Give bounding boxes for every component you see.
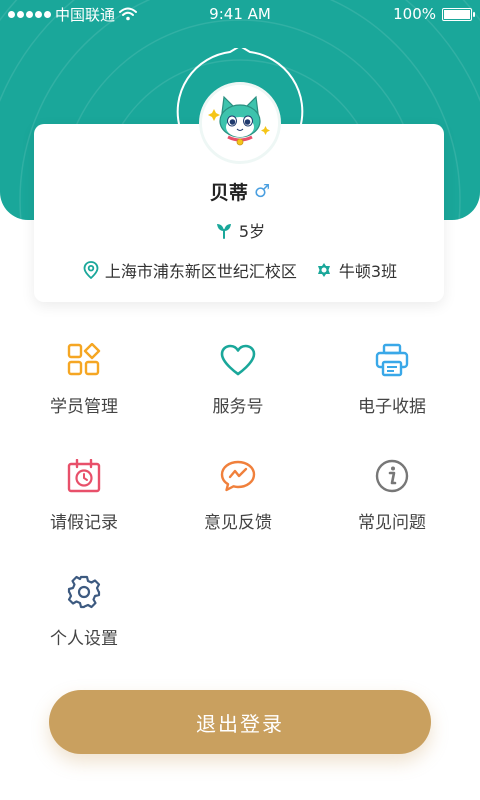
chat-feedback-icon <box>220 458 256 494</box>
campus-info: 上海市浦东新区世纪汇校区 <box>83 258 297 282</box>
menu-faq[interactable]: 常见问题 <box>312 458 472 558</box>
wifi-icon <box>119 7 138 21</box>
menu-personal-settings[interactable]: 个人设置 <box>4 574 164 674</box>
gender-male-icon: ♂ <box>253 181 271 202</box>
menu-leave-records[interactable]: 请假记录 <box>4 458 164 558</box>
avatar[interactable] <box>199 82 281 164</box>
class-info: 牛顿3班 <box>315 258 397 282</box>
logout-button[interactable]: 退出登录 <box>49 690 431 754</box>
menu-student-management[interactable]: 学员管理 <box>4 342 164 442</box>
info-icon <box>374 458 410 494</box>
signal-strength-icon <box>8 10 51 18</box>
printer-icon <box>374 342 410 378</box>
profile-info-row: 上海市浦东新区世纪汇校区 牛顿3班 <box>0 258 480 282</box>
profile-age-row: 5岁 <box>0 218 480 242</box>
menu-e-receipt[interactable]: 电子收据 <box>312 342 472 442</box>
student-name: 贝蒂 <box>209 182 248 204</box>
menu-label: 请假记录 <box>50 513 118 533</box>
heart-icon <box>220 342 256 378</box>
menu-label: 学员管理 <box>50 397 118 417</box>
menu-label: 意见反馈 <box>204 513 272 533</box>
carrier-name: 中国联通 <box>55 5 116 24</box>
campus-name: 上海市浦东新区世纪汇校区 <box>104 262 297 281</box>
profile-name-row: 贝蒂 ♂ <box>0 178 480 205</box>
gear-icon <box>66 574 102 610</box>
status-bar: 中国联通 9:41 AM 100% <box>0 0 480 28</box>
sprout-icon <box>216 224 231 239</box>
menu-feedback[interactable]: 意见反馈 <box>158 458 318 558</box>
menu-label: 常见问题 <box>358 513 426 533</box>
student-age: 5岁 <box>238 222 266 241</box>
menu-service-account[interactable]: 服务号 <box>158 342 318 442</box>
menu-label: 电子收据 <box>358 397 426 417</box>
status-time: 9:41 AM <box>209 5 271 23</box>
battery-percent: 100% <box>393 5 436 23</box>
cat-avatar-image <box>202 85 278 161</box>
class-name: 牛顿3班 <box>338 262 398 281</box>
flower-class-icon <box>317 263 330 277</box>
grid-apps-icon <box>66 342 102 378</box>
location-pin-icon <box>83 261 99 279</box>
menu-label: 个人设置 <box>50 629 118 649</box>
battery-icon <box>442 7 475 21</box>
menu-label: 服务号 <box>212 397 264 417</box>
calendar-clock-icon <box>66 458 102 494</box>
